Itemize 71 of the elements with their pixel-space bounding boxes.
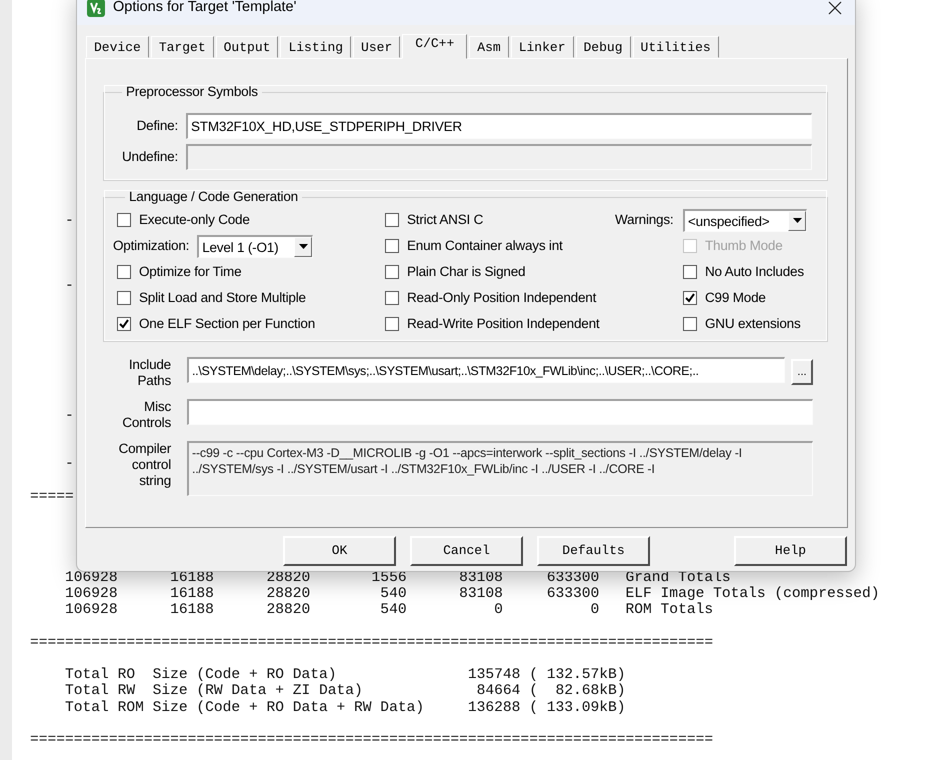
checkbox-label: Read-Only Position Independent [407,288,596,307]
field-label: Undefine: [121,148,178,166]
checkbox[interactable] [385,291,399,305]
dialog-button[interactable]: Help [734,536,847,566]
listing-line: - [64,408,74,424]
tab[interactable]: Device [86,36,149,58]
listing-line: - [64,213,74,230]
checkbox-label: Execute-only Code [139,210,250,229]
tab[interactable]: C/C++ [402,34,468,59]
checkbox-label: C99 Mode [705,288,766,307]
checkbox-label: Thumb Mode [705,236,783,255]
checkbox-label: Read-Write Position Independent [407,314,600,333]
tab[interactable]: Listing [280,36,352,58]
tab[interactable]: Target [150,36,214,58]
group-title: Preprocessor Symbols [125,84,259,100]
listing-line: - [64,278,74,294]
checkbox[interactable] [117,291,131,305]
checkbox-label: Enum Container always int [407,236,563,255]
listing-line: ============================================================================== [30,732,714,748]
field-label: Compiler control string [118,441,171,489]
app-icon [87,0,105,17]
listing-line: ============================================================================== [30,634,714,651]
checkbox[interactable] [385,317,399,331]
field-label: Misc Controls [121,399,171,431]
tab[interactable]: Output [216,36,278,58]
listing-line: 106928 16188 28820 540 0 0 ROM Totals [64,602,714,618]
tab[interactable]: User [353,36,400,58]
checkbox-label: Plain Char is Signed [407,262,526,281]
checkbox[interactable] [117,317,131,331]
field-label: Include Paths [128,357,171,389]
checkbox[interactable] [683,317,697,331]
checkbox-label: No Auto Includes [705,262,804,281]
dialog-button[interactable]: OK [283,536,396,566]
tab[interactable]: Linker [510,36,574,58]
checkbox-label: GNU extensions [705,314,800,333]
checkbox-label: Split Load and Store Multiple [139,288,306,307]
dropdown[interactable]: Level 1 (-O1) [197,234,314,258]
field-label: Define: [136,116,178,135]
checkbox[interactable] [385,265,399,279]
listing-line: ===== [30,488,74,505]
listing-line: 106928 16188 28820 540 83108 633300 ELF Image Totals (compressed) [64,586,880,602]
checkbox-label: One ELF Section per Function [139,314,315,333]
checkbox[interactable] [683,291,697,305]
close-icon[interactable] [828,1,842,15]
checkbox-label: Strict ANSI C [407,210,484,229]
checkbox[interactable] [385,213,399,227]
tab[interactable]: Utilities [632,36,719,58]
checkbox[interactable] [117,265,131,279]
checkbox[interactable] [385,239,399,253]
text-field[interactable]: ..\SYSTEM\delay;..\SYSTEM\sys;..\SYSTEM\usart;..\STM32F10x_FWLib\inc;..\USER;..\CORE;.. [187,357,785,383]
dropdown[interactable]: <unspecified> [683,208,807,232]
listing-line: Total RW Size (RW Data + ZI Data) 84664 ( 82.68kB) [64,683,626,700]
caret-icon [298,244,308,249]
checkbox[interactable] [117,213,131,227]
browse-button[interactable]: ... [791,359,813,385]
listing-line: - [64,456,74,472]
group-title: Language / Code Generation [128,189,299,205]
dialog-button[interactable]: Defaults [537,536,650,566]
dialog-button[interactable]: Cancel [410,536,523,566]
dropdown-label: Warnings: [615,210,674,229]
tab[interactable]: Asm [469,36,509,58]
text-field[interactable]: STM32F10X_HD,USE_STDPERIPH_DRIVER [186,113,812,139]
checkbox-label: Optimize for Time [139,262,242,281]
dropdown-label: Optimization: [113,236,190,255]
text-field[interactable] [187,399,813,425]
window-title: Options for Target 'Template' [113,0,296,18]
caret-icon [792,218,802,223]
listing-line: Total ROM Size (Code + RO Data + RW Data) 136288 ( 133.09kB) [64,700,626,716]
tab[interactable]: Debug [576,36,631,58]
listing-line: Total RO Size (Code + RO Data) 135748 ( 132.57kB) [64,667,626,684]
checkbox[interactable] [683,265,697,279]
